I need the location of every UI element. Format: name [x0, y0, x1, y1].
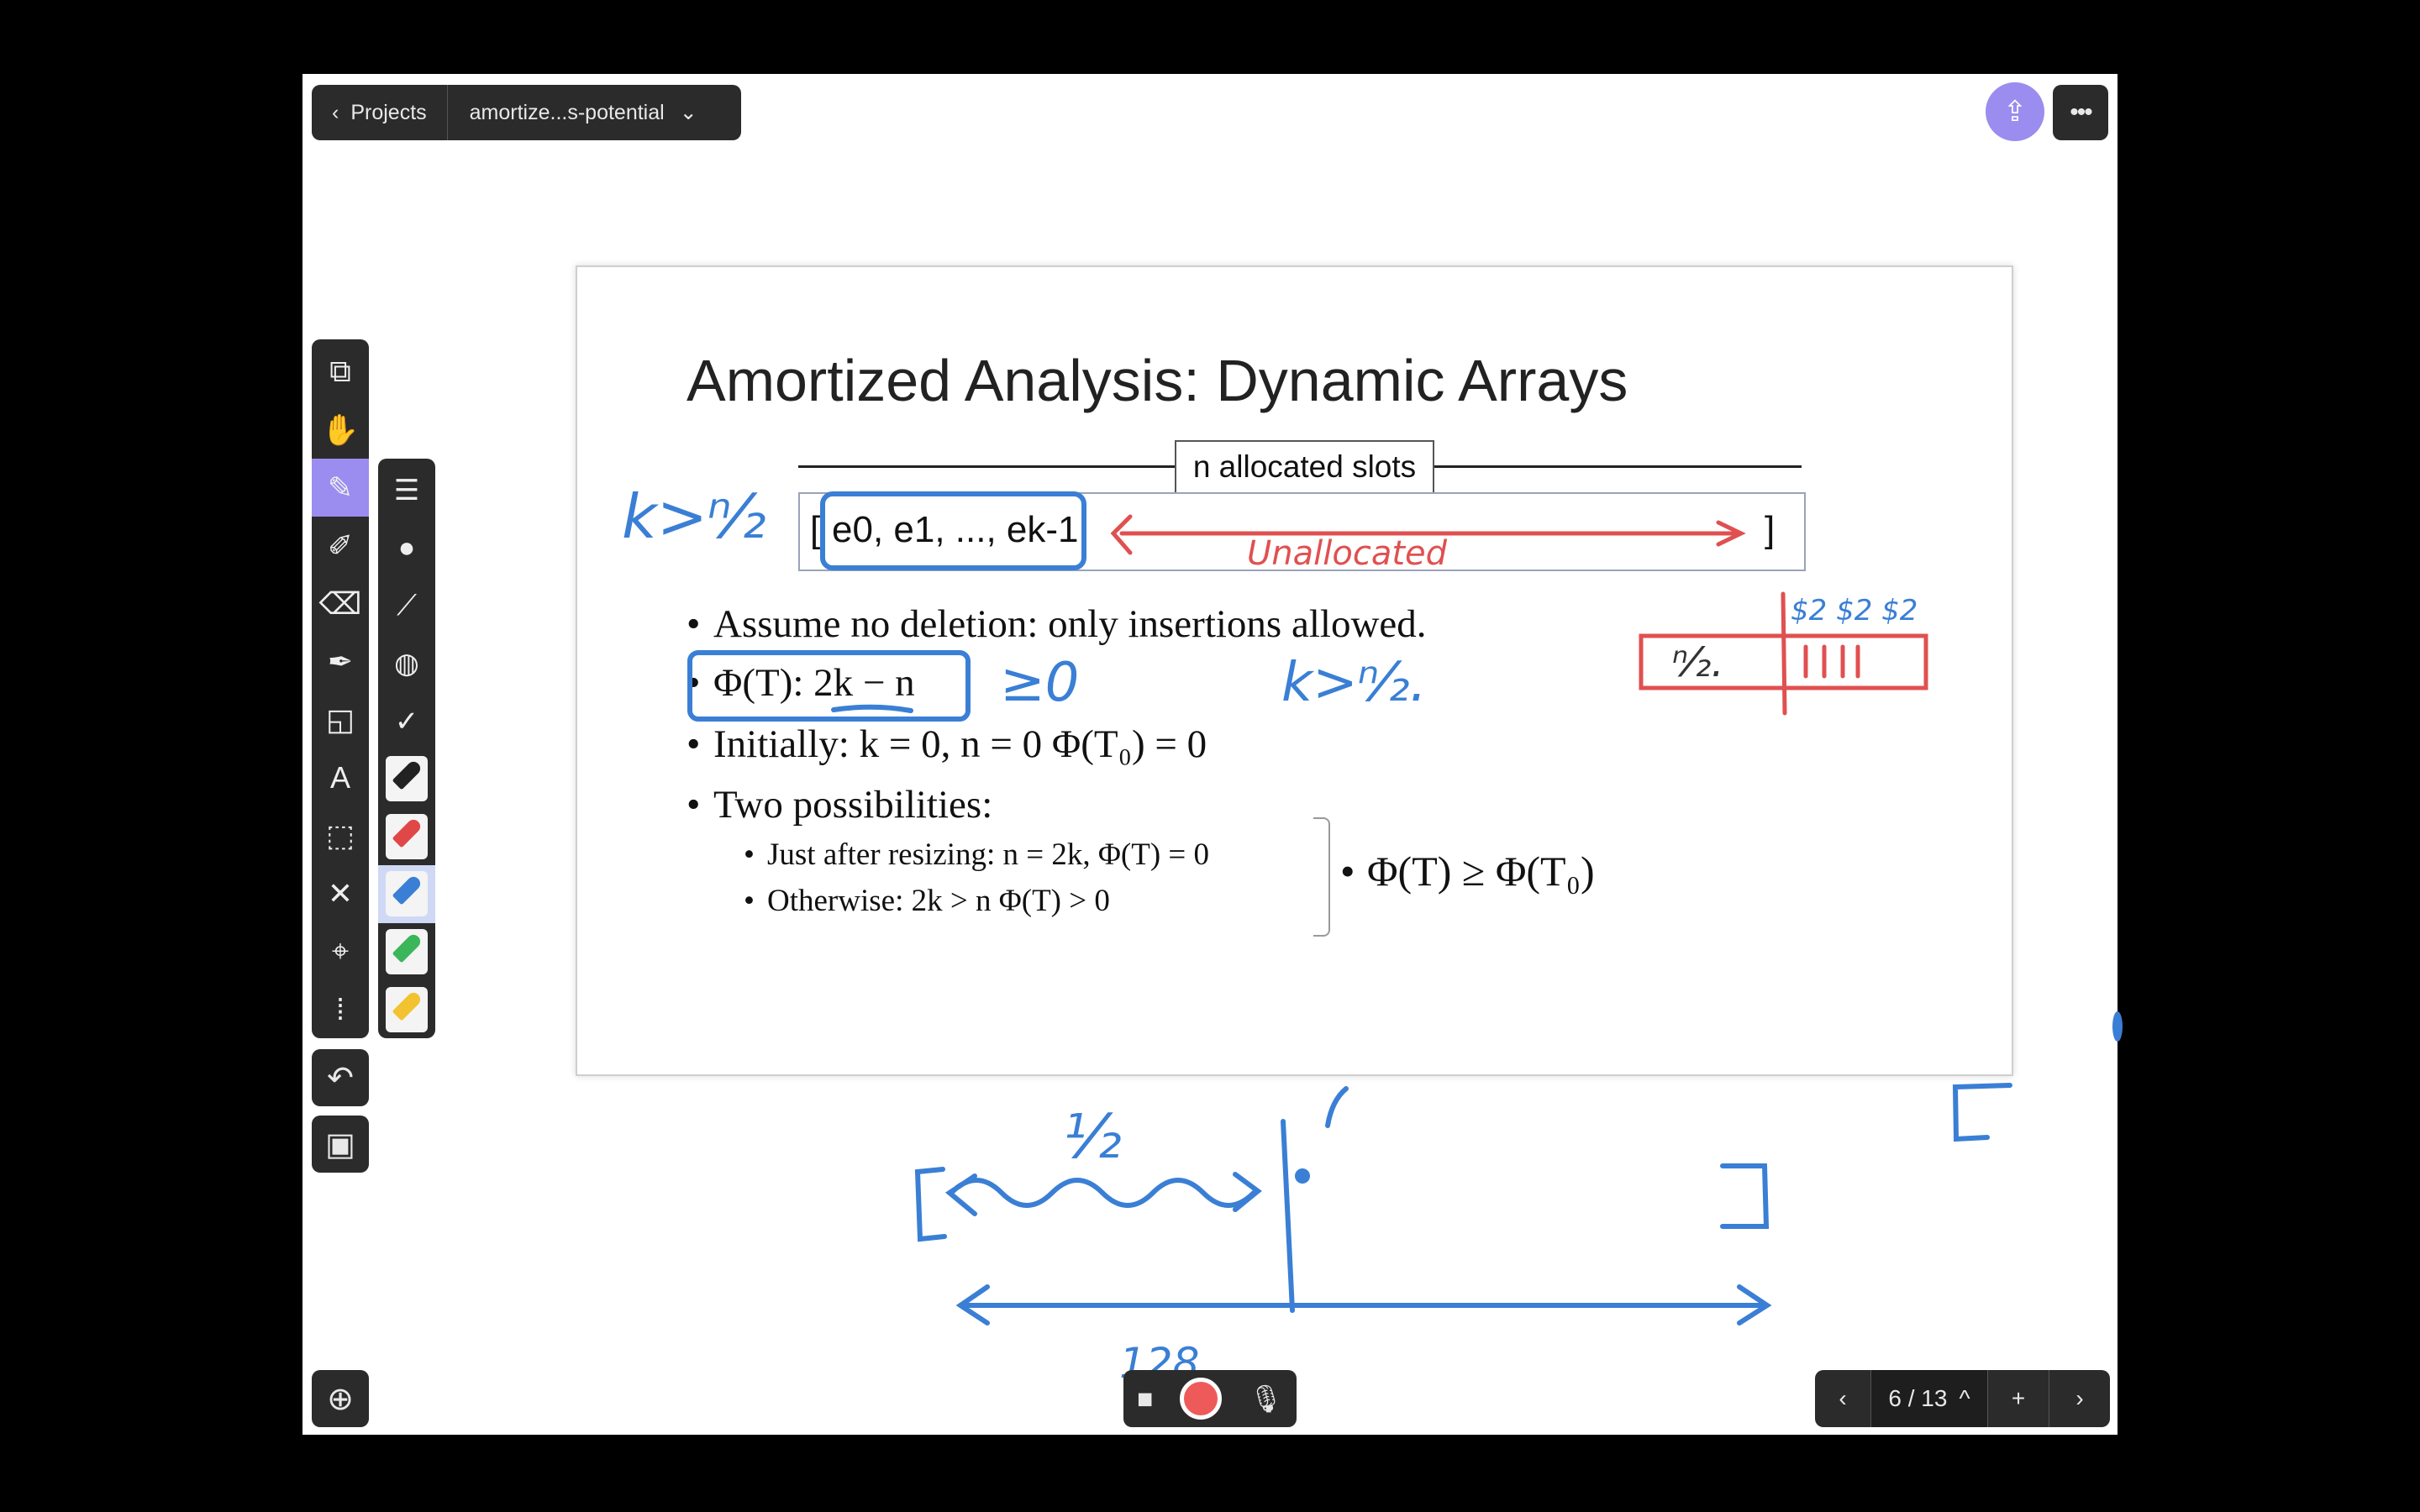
tool-bar: ⧉ ✋ ✎ ✐ ⌫ ✒ ◱ A ⬚ ✕ ⌖ ⁞	[312, 339, 369, 1038]
pages-add-icon[interactable]: ⧉	[312, 343, 369, 401]
pen-yellow[interactable]	[378, 980, 435, 1038]
zoom-button[interactable]: ⊕	[312, 1370, 369, 1427]
brace	[1313, 817, 1330, 937]
close-icon[interactable]: ✕	[312, 864, 369, 922]
pen-palette: ☰ ● ⟋ ◍ ✓	[378, 459, 435, 1038]
pen-black[interactable]	[378, 750, 435, 808]
laser-pointer-icon[interactable]: ⌖	[312, 922, 369, 980]
camera-icon[interactable]: ■	[1137, 1383, 1153, 1415]
lasso-select-icon[interactable]: ⬚	[312, 806, 369, 864]
undo-button[interactable]: ↶	[312, 1049, 369, 1106]
page-indicator[interactable]: 6 / 13 ^	[1871, 1370, 1988, 1427]
slide-title: Amortized Analysis: Dynamic Arrays	[687, 348, 1628, 413]
project-name-dropdown[interactable]: amortize...s-potential ⌄	[448, 85, 719, 140]
chevron-left-icon: ‹	[1839, 1385, 1847, 1411]
add-page-button[interactable]: +	[1988, 1370, 2049, 1427]
bullet: Two possibilities:	[687, 782, 992, 827]
pen-green[interactable]	[378, 923, 435, 981]
fullscreen-button[interactable]: ▣	[312, 1116, 369, 1173]
next-page-button[interactable]: ›	[2049, 1370, 2110, 1427]
opacity-icon[interactable]: ◍	[378, 635, 435, 693]
text-select-icon[interactable]: ⁞	[312, 980, 369, 1038]
undo-icon: ↶	[327, 1060, 354, 1096]
recording-bar: ■ 🎙	[1123, 1370, 1297, 1427]
eraser-icon[interactable]: ⌫	[312, 575, 369, 633]
plus-icon: +	[2011, 1385, 2026, 1411]
chevron-right-icon: ›	[2075, 1385, 2084, 1411]
array-open: [	[810, 509, 821, 550]
conclusion: Φ(T) ≥ Φ(T₀)	[1340, 847, 1595, 895]
project-bar: ‹ Projects amortize...s-potential ⌄	[312, 85, 741, 140]
array-close: ]	[1765, 509, 1776, 550]
shapes-icon[interactable]: ◱	[312, 690, 369, 748]
pen-tool-icon[interactable]: ✒	[312, 633, 369, 690]
page-navigation: ‹ 6 / 13 ^ + ›	[1815, 1370, 2110, 1427]
back-to-projects-button[interactable]: ‹ Projects	[312, 85, 448, 140]
sub-bullet: Otherwise: 2k > n Φ(T) > 0	[744, 883, 1110, 919]
dot-size-icon[interactable]: ●	[378, 520, 435, 578]
chevron-up-icon: ^	[1959, 1385, 1970, 1411]
share-button[interactable]: ⇪	[1986, 82, 2044, 141]
mic-icon[interactable]: 🎙	[1249, 1383, 1283, 1415]
text-icon[interactable]: A	[312, 748, 369, 806]
array-elements: e0, e1, ..., ek-1,	[832, 509, 1089, 550]
pen-icon[interactable]: ✎	[312, 459, 369, 517]
stroke-style-icon[interactable]: ⟋	[378, 577, 435, 635]
pen-blue[interactable]	[378, 865, 435, 923]
slide: Amortized Analysis: Dynamic Arrays n all…	[576, 265, 2013, 1076]
prev-page-button[interactable]: ‹	[1815, 1370, 1871, 1427]
chevron-down-icon: ⌄	[679, 101, 697, 124]
zoom-in-icon: ⊕	[327, 1381, 354, 1417]
bullet: Assume no deletion: only insertions allo…	[687, 601, 1426, 647]
bullet: Initially: k = 0, n = 0 Φ(T₀) = 0	[687, 722, 1207, 767]
share-icon: ⇪	[2002, 96, 2028, 128]
hand-icon[interactable]: ✋	[312, 401, 369, 459]
highlighter-icon[interactable]: ✐	[312, 517, 369, 575]
check-icon[interactable]: ✓	[378, 692, 435, 750]
pen-red[interactable]	[378, 808, 435, 866]
record-icon[interactable]	[1180, 1378, 1223, 1420]
bullet: Φ(T): 2k − n	[687, 660, 915, 706]
sub-bullet: Just after resizing: n = 2k, Φ(T) = 0	[744, 837, 1209, 873]
chevron-left-icon: ‹	[332, 100, 339, 124]
fullscreen-icon: ▣	[325, 1126, 355, 1163]
more-icon: •••	[2070, 98, 2092, 126]
stroke-width-icon[interactable]: ☰	[378, 462, 435, 520]
array-box: [ e0, e1, ..., ek-1, ]	[798, 492, 1806, 571]
slots-label: n allocated slots	[1175, 440, 1434, 494]
more-button[interactable]: •••	[2053, 85, 2108, 140]
